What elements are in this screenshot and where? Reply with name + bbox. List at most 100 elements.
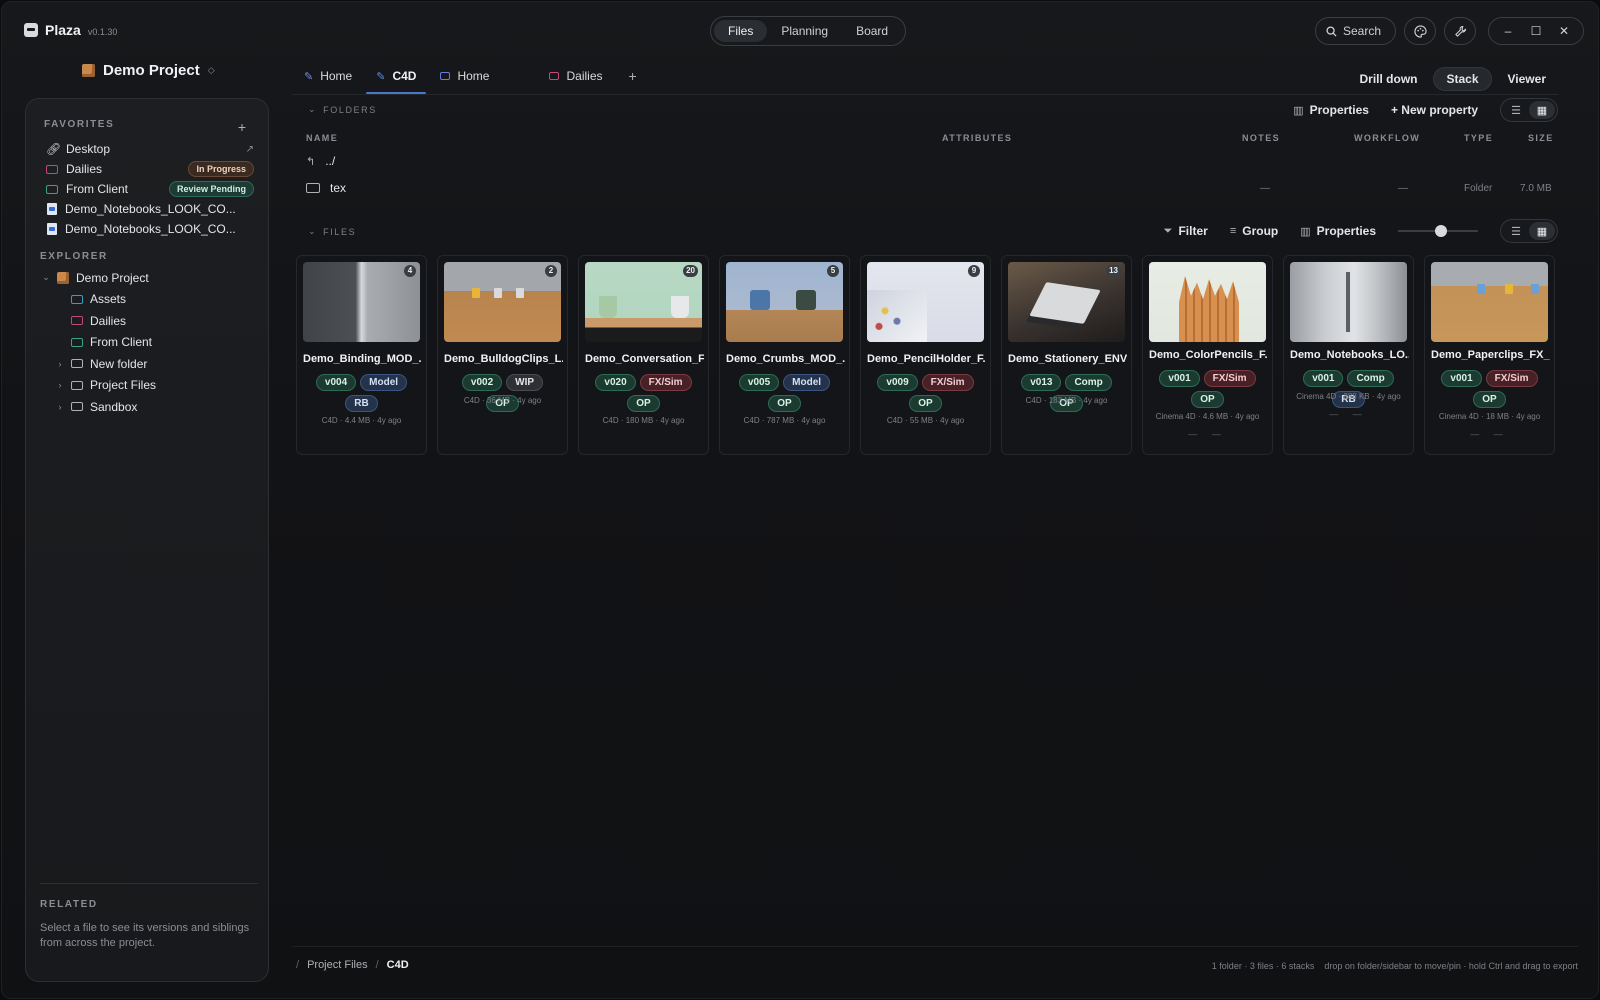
chevron-down-icon[interactable]: ⌄ bbox=[42, 272, 50, 283]
file-name: Demo_Stationery_ENV... bbox=[1008, 353, 1127, 365]
version-chip: v001 bbox=[1159, 370, 1200, 387]
file-card[interactable]: Demo_ColorPencils_F... v001 FX/Sim OP Ci… bbox=[1142, 255, 1273, 455]
file-properties-button[interactable]: ▥ Properties bbox=[1300, 224, 1376, 238]
search-button[interactable]: Search bbox=[1314, 17, 1396, 45]
user-chip: OP bbox=[1473, 391, 1506, 408]
tree-item-sandbox[interactable]: › Sandbox bbox=[42, 396, 254, 418]
mode-board[interactable]: Board bbox=[842, 20, 902, 42]
col-workflow[interactable]: WORKFLOW bbox=[1354, 133, 1420, 143]
tab-label: Dailies bbox=[566, 69, 603, 83]
view-viewer[interactable]: Viewer bbox=[1496, 67, 1558, 91]
grid-view-icon[interactable]: ▦ bbox=[1529, 101, 1555, 119]
col-type[interactable]: TYPE bbox=[1464, 133, 1493, 143]
favorite-notebooks-1[interactable]: Demo_Notebooks_LOOK_CO... bbox=[46, 199, 254, 219]
tree-item-dailies[interactable]: Dailies bbox=[42, 310, 254, 332]
file-meta: C4D · 55 MB · 4y ago bbox=[886, 416, 965, 425]
file-card[interactable]: Demo_Notebooks_LO... v001 Comp RB Cinema… bbox=[1283, 255, 1414, 455]
tree-item-project-files[interactable]: › Project Files bbox=[42, 375, 254, 397]
version-count-badge: 20 bbox=[683, 265, 698, 277]
stage-chip: FX/Sim bbox=[1485, 370, 1538, 387]
theme-button[interactable] bbox=[1404, 17, 1436, 45]
folder-row-up[interactable]: ↰ ../ bbox=[306, 154, 335, 168]
file-meta: C4D · 180 MB · 4y ago bbox=[602, 416, 685, 425]
file-card[interactable]: 9 Demo_PencilHolder_F... v009 FX/Sim OP … bbox=[860, 255, 991, 455]
minimize-icon[interactable]: – bbox=[1501, 24, 1515, 38]
col-name[interactable]: NAME bbox=[306, 133, 338, 143]
favorite-label: Desktop bbox=[66, 142, 111, 156]
related-divider bbox=[40, 883, 258, 884]
window-controls: – ☐ ✕ bbox=[1488, 17, 1584, 45]
col-size[interactable]: SIZE bbox=[1528, 133, 1554, 143]
filter-icon: ⏷ bbox=[1163, 224, 1173, 237]
file-name: Demo_ColorPencils_F... bbox=[1149, 349, 1268, 361]
file-name: Demo_Conversation_F... bbox=[585, 353, 704, 365]
thumbnail-size-slider[interactable] bbox=[1398, 225, 1478, 237]
file-chips: v001 FX/Sim OP bbox=[1431, 370, 1548, 408]
file-grid: 4 Demo_Binding_MOD_... v004 Model RB C4D… bbox=[296, 255, 1555, 455]
file-thumbnail: 13 bbox=[1008, 262, 1125, 342]
grid-view-icon[interactable]: ▦ bbox=[1529, 222, 1555, 240]
folder-row-tex[interactable]: tex bbox=[306, 181, 346, 195]
favorite-desktop[interactable]: 🔗︎ Desktop ↗ bbox=[46, 139, 254, 159]
favorite-from-client[interactable]: From Client Review Pending bbox=[46, 179, 254, 199]
favorite-dailies[interactable]: Dailies In Progress bbox=[46, 159, 254, 179]
close-icon[interactable]: ✕ bbox=[1557, 24, 1571, 38]
file-empty-fields: — — bbox=[1329, 409, 1368, 419]
tab-home-1[interactable]: ✎ Home bbox=[292, 64, 364, 94]
breadcrumb: / Project Files / C4D bbox=[296, 959, 409, 971]
new-tab-button[interactable]: + bbox=[629, 64, 637, 94]
folder-icon bbox=[71, 337, 83, 347]
col-attributes[interactable]: ATTRIBUTES bbox=[942, 133, 1012, 143]
tree-item-assets[interactable]: Assets bbox=[42, 289, 254, 311]
file-name: Demo_Notebooks_LO... bbox=[1290, 349, 1409, 361]
col-notes[interactable]: NOTES bbox=[1242, 133, 1280, 143]
chevron-right-icon[interactable]: › bbox=[56, 359, 64, 369]
breadcrumb-c4d[interactable]: C4D bbox=[387, 959, 409, 971]
tools-button[interactable] bbox=[1444, 17, 1476, 45]
add-favorite-button[interactable]: + bbox=[238, 119, 246, 135]
project-switcher[interactable]: Demo Project ◇ bbox=[82, 62, 215, 79]
tab-dailies[interactable]: Dailies bbox=[537, 64, 614, 94]
file-card[interactable]: Demo_Paperclips_FX_... v001 FX/Sim OP Ci… bbox=[1424, 255, 1555, 455]
file-card[interactable]: 2 Demo_BulldogClips_L... v002 WIP OP C4D… bbox=[437, 255, 568, 455]
folder-icon bbox=[71, 316, 83, 326]
view-stack[interactable]: Stack bbox=[1433, 67, 1492, 91]
tree-root[interactable]: ⌄ Demo Project bbox=[42, 267, 254, 289]
mode-files[interactable]: Files bbox=[714, 20, 768, 42]
breadcrumb-project-files[interactable]: Project Files bbox=[307, 959, 368, 971]
new-property-button[interactable]: + New property bbox=[1391, 103, 1478, 117]
tab-c4d[interactable]: ✎ C4D bbox=[364, 64, 428, 94]
list-view-icon[interactable]: ☰ bbox=[1503, 101, 1529, 119]
chevron-right-icon[interactable]: › bbox=[56, 402, 64, 412]
file-name: Demo_Paperclips_FX_... bbox=[1431, 349, 1550, 361]
folders-header[interactable]: ⌄ FOLDERS bbox=[308, 104, 377, 115]
project-title: Demo Project bbox=[103, 62, 200, 79]
slider-knob[interactable] bbox=[1435, 225, 1447, 237]
version-chip: v013 bbox=[1021, 374, 1062, 391]
stage-chip: WIP bbox=[506, 374, 544, 391]
tree-item-new-folder[interactable]: › New folder bbox=[42, 353, 254, 375]
file-meta: C4D · 787 MB · 4y ago bbox=[743, 416, 826, 425]
files-header[interactable]: ⌄ FILES bbox=[308, 226, 356, 237]
file-card[interactable]: 20 Demo_Conversation_F... v020 FX/Sim OP… bbox=[578, 255, 709, 455]
mode-planning[interactable]: Planning bbox=[767, 20, 842, 42]
file-card[interactable]: 13 Demo_Stationery_ENV... v013 Comp OP C… bbox=[1001, 255, 1132, 455]
list-view-icon[interactable]: ☰ bbox=[1503, 222, 1529, 240]
folder-type: Folder bbox=[1464, 183, 1493, 194]
favorites-list: 🔗︎ Desktop ↗ Dailies In Progress From Cl… bbox=[46, 139, 254, 239]
file-card[interactable]: 5 Demo_Crumbs_MOD_... v005 Model OP C4D … bbox=[719, 255, 850, 455]
chevron-right-icon[interactable]: › bbox=[56, 380, 64, 390]
sidebar: FAVORITES + 🔗︎ Desktop ↗ Dailies In Prog… bbox=[25, 98, 269, 982]
folder-icon bbox=[71, 294, 83, 304]
favorite-notebooks-2[interactable]: Demo_Notebooks_LOOK_CO... bbox=[46, 219, 254, 239]
group-button[interactable]: ≡ Group bbox=[1230, 224, 1278, 238]
tab-home-2[interactable]: Home bbox=[428, 64, 501, 94]
maximize-icon[interactable]: ☐ bbox=[1529, 24, 1543, 38]
version-count-badge: 4 bbox=[404, 265, 416, 277]
view-drill-down[interactable]: Drill down bbox=[1347, 67, 1429, 91]
file-card[interactable]: 4 Demo_Binding_MOD_... v004 Model RB C4D… bbox=[296, 255, 427, 455]
filter-button[interactable]: ⏷ Filter bbox=[1164, 224, 1208, 238]
tree-item-from-client[interactable]: From Client bbox=[42, 332, 254, 354]
related-hint: Select a file to see its versions and si… bbox=[40, 922, 250, 949]
folder-properties-button[interactable]: ▥ Properties bbox=[1293, 103, 1369, 117]
